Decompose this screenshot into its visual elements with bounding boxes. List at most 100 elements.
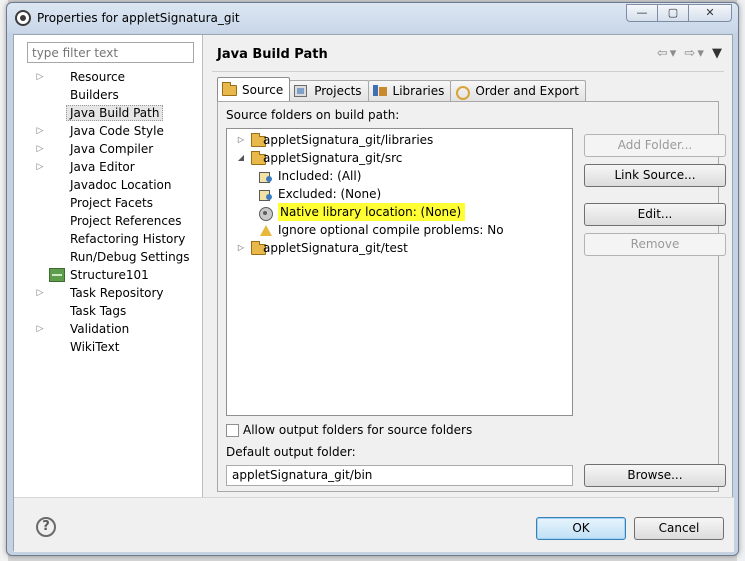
- allow-output-folders-option[interactable]: Allow output folders for source folders: [226, 423, 472, 437]
- tab-order-and-export[interactable]: Order and Export: [450, 80, 586, 101]
- build-path-tabs: Source Projects Libraries Order and Expo…: [217, 77, 586, 101]
- project-icon: [294, 84, 310, 98]
- sidebar-item-label: WikiText: [70, 340, 120, 354]
- source-folders-tree[interactable]: ▷ appletSignatura_git/libraries ◢ appletSig…: [226, 128, 573, 416]
- sidebar-item[interactable]: ▷ Java Compiler: [14, 140, 203, 158]
- page-content: Java Build Path ⇦▾ ⇨▾ ▼ Source Projects: [204, 35, 732, 497]
- link-source-button[interactable]: Link Source...: [584, 164, 726, 187]
- restore-button[interactable]: ▢: [657, 4, 689, 22]
- remove-button[interactable]: Remove: [584, 233, 726, 256]
- sidebar-item-label: Project Facets: [70, 196, 153, 210]
- view-menu-icon[interactable]: ▼: [712, 46, 724, 61]
- sidebar-item-label: Javadoc Location: [70, 178, 172, 192]
- sidebar-item[interactable]: Javadoc Location: [14, 176, 203, 194]
- expand-arrow-icon[interactable]: ▷: [34, 122, 46, 140]
- default-output-folder-label: Default output folder:: [226, 445, 356, 459]
- sidebar-item-label: Task Tags: [70, 304, 127, 318]
- tab-projects[interactable]: Projects: [289, 80, 369, 101]
- window-controls: — ▢ ✕: [626, 4, 732, 22]
- allow-output-folders-label: Allow output folders for source folders: [243, 423, 473, 437]
- sidebar-item[interactable]: Java Build Path: [14, 104, 203, 122]
- tab-source[interactable]: Source: [217, 77, 291, 101]
- source-tab-panel: Source folders on build path: ▷ appletSig…: [217, 101, 726, 492]
- filter-input[interactable]: [27, 42, 194, 63]
- tree-expand-icon[interactable]: ▷: [235, 131, 247, 149]
- source-folder-attribute[interactable]: Native library location: (None): [254, 203, 574, 221]
- sidebar-item-label: Refactoring History: [70, 232, 186, 246]
- title-divider: [212, 71, 724, 72]
- expand-arrow-icon[interactable]: ▷: [34, 140, 46, 158]
- sidebar-item[interactable]: Run/Debug Settings: [14, 248, 203, 266]
- expand-arrow-icon[interactable]: ▷: [34, 284, 46, 302]
- source-folder-node[interactable]: ▷ appletSignatura_git/libraries: [235, 131, 555, 149]
- sidebar-item-label: Java Compiler: [70, 142, 154, 156]
- sidebar-item-label: Java Build Path: [66, 105, 164, 121]
- expand-arrow-icon[interactable]: ▷: [34, 158, 46, 176]
- sidebar-item[interactable]: ▷ Resource: [14, 68, 203, 86]
- source-folder-attribute[interactable]: Excluded: (None): [254, 185, 574, 203]
- page-navigation: ⇦▾ ⇨▾ ▼: [657, 46, 724, 61]
- default-output-folder-field[interactable]: appletSignatura_git/bin: [226, 465, 573, 486]
- back-arrow-icon[interactable]: ⇦: [657, 46, 670, 61]
- eclipse-app-icon: [15, 10, 31, 26]
- source-folders-label: Source folders on build path:: [226, 108, 400, 122]
- property-pages-panel: ▷ Resource Builders Java Build Path ▷ Java Co…: [14, 35, 203, 497]
- dialog-button-bar: ? OK Cancel: [14, 497, 734, 552]
- expand-arrow-icon[interactable]: ▷: [34, 68, 46, 86]
- sidebar-item[interactable]: Refactoring History: [14, 230, 203, 248]
- edit-button[interactable]: Edit...: [584, 203, 726, 226]
- add-folder-button[interactable]: Add Folder...: [584, 134, 726, 157]
- sidebar-item-label: Java Code Style: [70, 124, 164, 138]
- tree-node-label: Ignore optional compile problems: No: [278, 223, 504, 237]
- sidebar-item-label: Resource: [70, 70, 126, 84]
- back-dropdown-icon[interactable]: ▾: [670, 46, 679, 61]
- tab-label: Projects: [314, 84, 362, 98]
- sidebar-item[interactable]: ▷ Java Editor: [14, 158, 203, 176]
- title-bar[interactable]: Properties for appletSignatura_git — ▢ ✕: [7, 3, 738, 33]
- native-library-icon: [258, 206, 274, 221]
- source-folder-node[interactable]: ◢ appletSignatura_git/src: [235, 149, 555, 167]
- tab-label: Libraries: [392, 84, 445, 98]
- sidebar-item[interactable]: ▷ Task Repository: [14, 284, 203, 302]
- source-folder-node[interactable]: ▷ appletSignatura_git/test: [235, 239, 555, 257]
- source-folder-attribute[interactable]: Included: (All): [254, 167, 574, 185]
- minimize-button[interactable]: —: [626, 4, 658, 22]
- help-icon[interactable]: ?: [36, 517, 56, 537]
- sidebar-item-label: Java Editor: [70, 160, 135, 174]
- tab-label: Order and Export: [475, 84, 579, 98]
- forward-arrow-icon[interactable]: ⇨: [684, 46, 697, 61]
- browse-button[interactable]: Browse...: [584, 464, 726, 487]
- tree-node-label: Excluded: (None): [278, 187, 382, 201]
- cancel-button[interactable]: Cancel: [634, 517, 724, 540]
- dialog-title: Properties for appletSignatura_git: [37, 11, 240, 25]
- sidebar-item-label: Run/Debug Settings: [70, 250, 190, 264]
- tree-node-label: appletSignatura_git/libraries: [263, 133, 434, 147]
- tree-node-label: appletSignatura_git/src: [263, 151, 403, 165]
- sidebar-item-label: Structure101: [70, 268, 149, 282]
- tree-expand-icon[interactable]: ◢: [235, 149, 247, 167]
- tree-node-label: Included: (All): [278, 169, 362, 183]
- source-folder-attribute[interactable]: Ignore optional compile problems: No: [254, 221, 574, 239]
- library-icon: [372, 84, 389, 98]
- sidebar-item[interactable]: Project Facets: [14, 194, 203, 212]
- warning-icon: [258, 224, 274, 238]
- tree-node-label: Native library location: (None): [278, 203, 466, 221]
- page-title: Java Build Path: [217, 47, 328, 62]
- sidebar-item[interactable]: Builders: [14, 86, 203, 104]
- sidebar-item[interactable]: Task Tags: [14, 302, 203, 320]
- tree-expand-icon[interactable]: ▷: [235, 239, 247, 257]
- sidebar-item[interactable]: ▷ Java Code Style: [14, 122, 203, 140]
- sidebar-item[interactable]: Project References: [14, 212, 203, 230]
- sidebar-item[interactable]: ▷ Validation: [14, 320, 203, 338]
- tab-libraries[interactable]: Libraries: [367, 80, 452, 101]
- sidebar-item-label: Builders: [70, 88, 119, 102]
- sidebar-item[interactable]: WikiText: [14, 338, 203, 356]
- expand-arrow-icon[interactable]: ▷: [34, 320, 46, 338]
- source-folder-icon: [222, 81, 238, 97]
- ok-button[interactable]: OK: [536, 517, 626, 540]
- forward-dropdown-icon[interactable]: ▾: [697, 46, 706, 61]
- allow-output-folders-checkbox[interactable]: [226, 423, 239, 437]
- property-pages-tree: ▷ Resource Builders Java Build Path ▷ Java Co…: [14, 68, 203, 356]
- close-button[interactable]: ✕: [688, 4, 732, 22]
- sidebar-item[interactable]: Structure101: [14, 266, 203, 284]
